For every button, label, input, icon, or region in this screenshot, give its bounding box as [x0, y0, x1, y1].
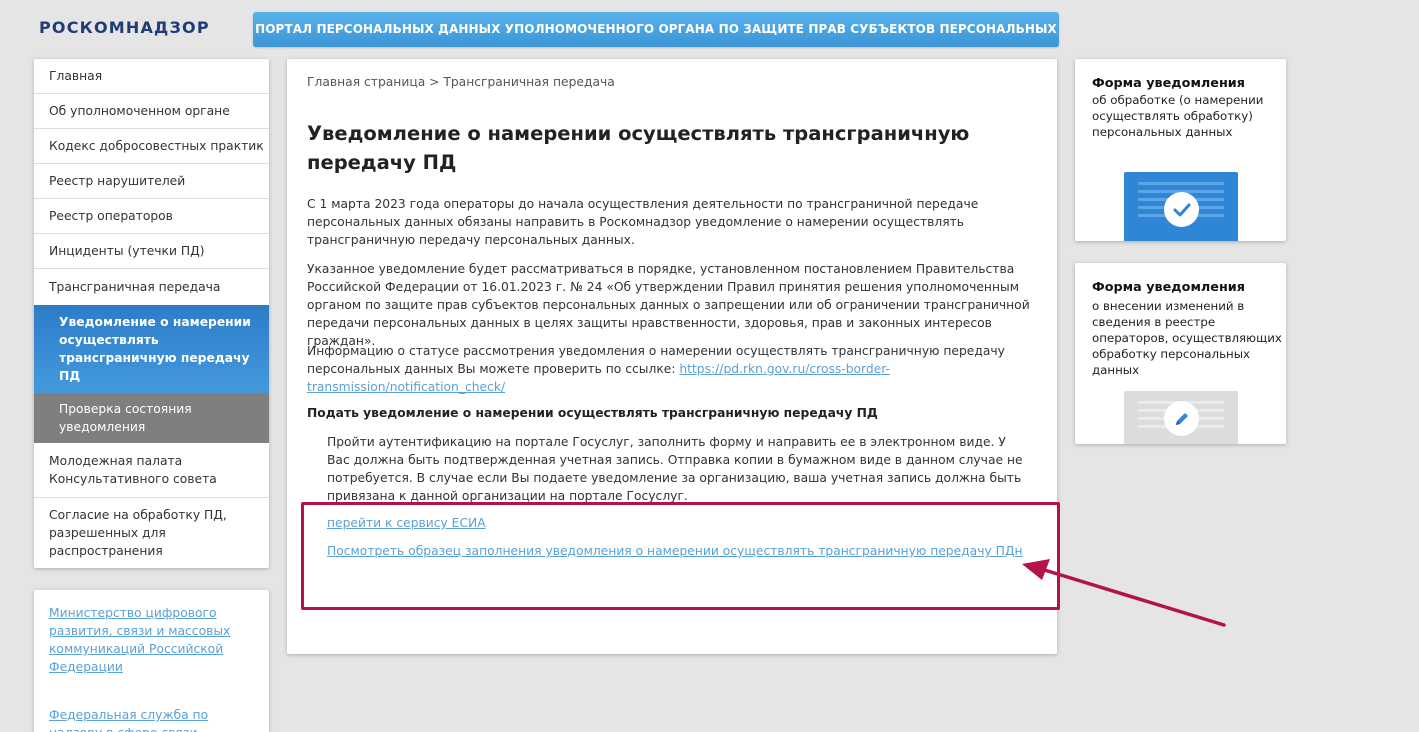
sidebar-item-home[interactable]: Главная: [34, 59, 269, 94]
card-title: Форма уведомления: [1092, 76, 1245, 91]
highlight-box: [301, 502, 1060, 610]
annotation-arrow-icon: [1022, 559, 1226, 627]
sidebar-nav: Главная Об уполномоченном органе Кодекс …: [34, 59, 269, 568]
document-illustration: [1124, 391, 1238, 444]
document-illustration: [1124, 172, 1238, 241]
submit-heading: Подать уведомление о намерении осуществл…: [307, 406, 878, 420]
logo[interactable]: РОСКОМНАДЗОР: [39, 18, 210, 37]
status-info-text: Информацию о статусе рассмотрения уведом…: [307, 344, 1005, 376]
sidebar-subitem-notification[interactable]: Уведомление о намерении осуществлять тра…: [34, 305, 269, 393]
page-title: Уведомление о намерении осуществлять тра…: [307, 122, 970, 174]
change-form-card[interactable]: Форма уведомления о внесении изменений в…: [1075, 263, 1286, 444]
paragraph-status-info: Информацию о статусе рассмотрения уведом…: [307, 342, 1042, 396]
sidebar-item-code[interactable]: Кодекс добросовестных практик: [34, 129, 269, 164]
notification-form-card[interactable]: Форма уведомления об обработке (о намере…: [1075, 59, 1286, 241]
card-description: об обработке (о намерении осуществлять о…: [1092, 93, 1264, 139]
sidebar-item-incidents[interactable]: Инциденты (утечки ПД): [34, 234, 269, 269]
sidebar-item-youth-chamber[interactable]: Молодежная палата Консультативного совет…: [34, 443, 269, 498]
sidebar-item-about[interactable]: Об уполномоченном органе: [34, 94, 269, 129]
pencil-icon: [1164, 401, 1199, 436]
paragraph-intro: С 1 марта 2023 года операторы до начала …: [307, 197, 979, 247]
breadcrumb[interactable]: Главная страница > Трансграничная переда…: [307, 75, 615, 89]
external-links-panel: Министерство цифрового развития, связи и…: [34, 590, 269, 732]
link-ministry[interactable]: Министерство цифрового развития, связи и…: [49, 604, 249, 676]
checkmark-icon: [1164, 192, 1199, 227]
card-description: о внесении изменений в сведения в реестр…: [1092, 299, 1282, 377]
sidebar-subitem-status-check[interactable]: Проверка состояния уведомления: [34, 393, 269, 443]
link-federal-service[interactable]: Федеральная служба по надзору в сфере св…: [49, 706, 249, 732]
portal-title-banner[interactable]: ПОРТАЛ ПЕРСОНАЛЬНЫХ ДАННЫХ УПОЛНОМОЧЕННО…: [253, 12, 1059, 71]
sidebar-item-operators[interactable]: Реестр операторов: [34, 199, 269, 234]
submit-instructions: Пройти аутентификацию на портале Госуслу…: [327, 435, 1023, 503]
sidebar-item-cross-border[interactable]: Трансграничная передача: [34, 269, 269, 305]
paragraph-procedure: Указанное уведомление будет рассматриват…: [307, 262, 1030, 348]
card-title: Форма уведомления: [1092, 280, 1245, 295]
sidebar-item-consent[interactable]: Согласие на обработку ПД, разрешенных дл…: [34, 498, 269, 568]
sidebar-item-violators[interactable]: Реестр нарушителей: [34, 164, 269, 199]
